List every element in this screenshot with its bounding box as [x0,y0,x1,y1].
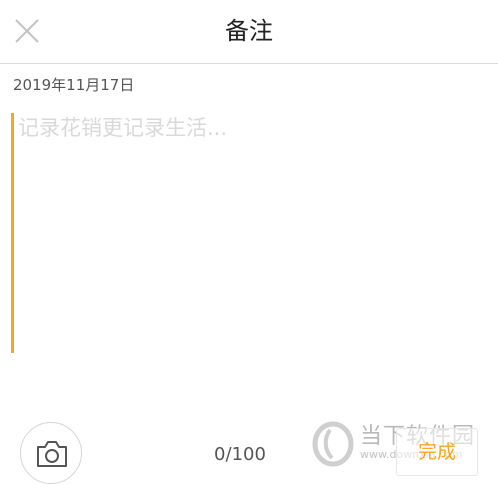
watermark-logo-icon [312,421,354,467]
char-max: 100 [231,444,266,465]
char-counter: 0/100 [214,444,266,465]
done-button[interactable]: 完成 [396,428,478,476]
char-count: 0 [214,444,226,465]
page-title: 备注 [225,17,273,45]
camera-icon [37,441,67,467]
note-input[interactable] [11,113,481,353]
note-date: 2019年11月17日 [13,76,135,94]
camera-button[interactable] [20,422,82,484]
top-bar: 备注 [0,0,498,64]
